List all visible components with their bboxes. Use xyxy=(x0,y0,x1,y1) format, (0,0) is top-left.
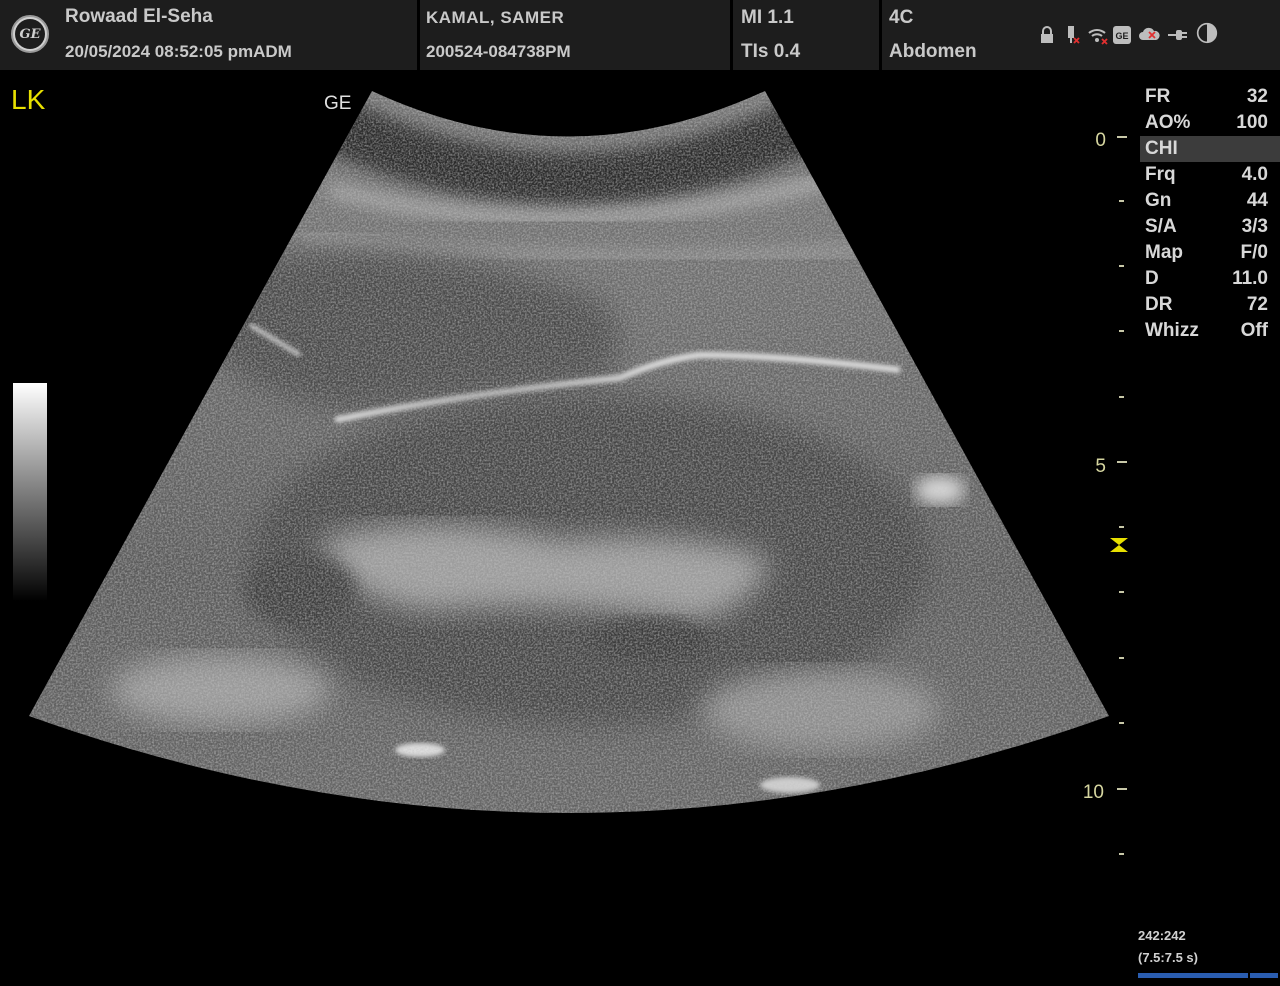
param-value: 32 xyxy=(1246,86,1268,107)
lock-icon xyxy=(1041,26,1053,43)
exam-id: 200524-084738PM xyxy=(426,42,571,61)
header-probe-cell: 4C Abdomen GE xyxy=(882,0,1280,70)
mechanical-index: MI 1.1 xyxy=(741,7,794,28)
param-row-whizz: Whizz Off xyxy=(1140,318,1280,344)
param-value: F/0 xyxy=(1240,242,1268,263)
param-name: FR xyxy=(1145,86,1171,107)
plug-icon xyxy=(1168,30,1187,40)
depth-label-10: 10 xyxy=(1082,782,1104,803)
param-value: 3/3 xyxy=(1241,216,1268,237)
patient-name: KAMAL, SAMER xyxy=(426,8,565,27)
focal-zone-marker-icon[interactable] xyxy=(1109,537,1129,553)
probe-orientation-mark: GE xyxy=(324,93,352,114)
wifi-icon xyxy=(1088,29,1108,45)
param-value: 72 xyxy=(1246,294,1268,315)
param-value: Off xyxy=(1240,320,1268,341)
depth-label-5: 5 xyxy=(1095,456,1106,477)
probe-name: 4C xyxy=(889,7,914,28)
param-name: AO% xyxy=(1145,112,1191,133)
param-name: CHI xyxy=(1145,138,1178,159)
depth-tick xyxy=(1119,526,1124,528)
cine-duration: (7.5:7.5 s) xyxy=(1138,950,1198,965)
cloud-icon xyxy=(1139,27,1160,40)
status-header: GE Rowaad El-Seha 20/05/2024 08:52:05 pm… xyxy=(0,0,1280,70)
depth-tick xyxy=(1119,330,1124,332)
grayscale-map-bar xyxy=(13,383,47,601)
param-row-chi: CHI xyxy=(1140,136,1280,162)
exam-preset: Abdomen xyxy=(889,41,977,62)
param-row-ao: AO% 100 xyxy=(1140,110,1280,136)
depth-tick xyxy=(1119,591,1124,593)
param-value: 11.0 xyxy=(1232,268,1268,289)
contrast-icon xyxy=(1196,22,1218,44)
depth-tick xyxy=(1119,853,1124,855)
depth-tick xyxy=(1119,722,1124,724)
param-name: D xyxy=(1145,268,1159,289)
param-name: Gn xyxy=(1145,190,1172,211)
header-patient-cell: KAMAL, SAMER 200524-084738PM xyxy=(420,0,730,70)
depth-tick xyxy=(1119,200,1124,202)
header-index-cell: MI 1.1 TIs 0.4 xyxy=(733,0,879,70)
ge-logo-text: GE xyxy=(15,19,45,49)
depth-tick xyxy=(1117,788,1127,790)
param-name: Frq xyxy=(1145,164,1176,185)
thermal-index: TIs 0.4 xyxy=(741,41,801,62)
param-name: S/A xyxy=(1145,216,1177,237)
depth-tick xyxy=(1117,461,1127,463)
ge-logo-icon: GE xyxy=(11,15,49,53)
institution-name: Rowaad El-Seha xyxy=(65,6,213,27)
param-row-gn: Gn 44 xyxy=(1140,188,1280,214)
depth-label-0: 0 xyxy=(1095,130,1106,151)
param-row-frq: Frq 4.0 xyxy=(1140,162,1280,188)
sector-content xyxy=(29,91,1109,813)
param-value: 100 xyxy=(1236,112,1268,133)
param-value: 44 xyxy=(1246,190,1268,211)
imaging-parameters-panel: FR 32 AO% 100 CHI Frq 4.0 Gn 44 S/A 3/3 Map F/… xyxy=(1140,84,1280,344)
param-row-fr: FR 32 xyxy=(1140,84,1280,110)
header-institution-cell: GE Rowaad El-Seha 20/05/2024 08:52:05 pm… xyxy=(0,0,417,70)
depth-tick xyxy=(1117,136,1127,138)
orientation-label: LK xyxy=(11,84,46,115)
usb-icon xyxy=(1068,26,1080,44)
param-name: Whizz xyxy=(1145,320,1199,341)
svg-text:GE: GE xyxy=(1115,31,1128,41)
cine-progress-bar[interactable] xyxy=(1138,973,1278,978)
ge-network-icon: GE xyxy=(1113,26,1131,44)
depth-tick xyxy=(1119,396,1124,398)
cine-progress-divider xyxy=(1248,973,1250,978)
param-row-sa: S/A 3/3 xyxy=(1140,214,1280,240)
param-name: Map xyxy=(1145,242,1183,263)
ultrasound-sector-image[interactable] xyxy=(0,70,1280,986)
param-name: DR xyxy=(1145,294,1173,315)
cine-frame-counter: 242:242 xyxy=(1138,928,1186,943)
depth-tick xyxy=(1119,265,1124,267)
exam-datetime: 20/05/2024 08:52:05 pmADM xyxy=(65,42,292,61)
param-row-depth: D 11.0 xyxy=(1140,266,1280,292)
param-value: 4.0 xyxy=(1241,164,1268,185)
depth-tick xyxy=(1119,657,1124,659)
param-row-dr: DR 72 xyxy=(1140,292,1280,318)
param-row-map: Map F/0 xyxy=(1140,240,1280,266)
